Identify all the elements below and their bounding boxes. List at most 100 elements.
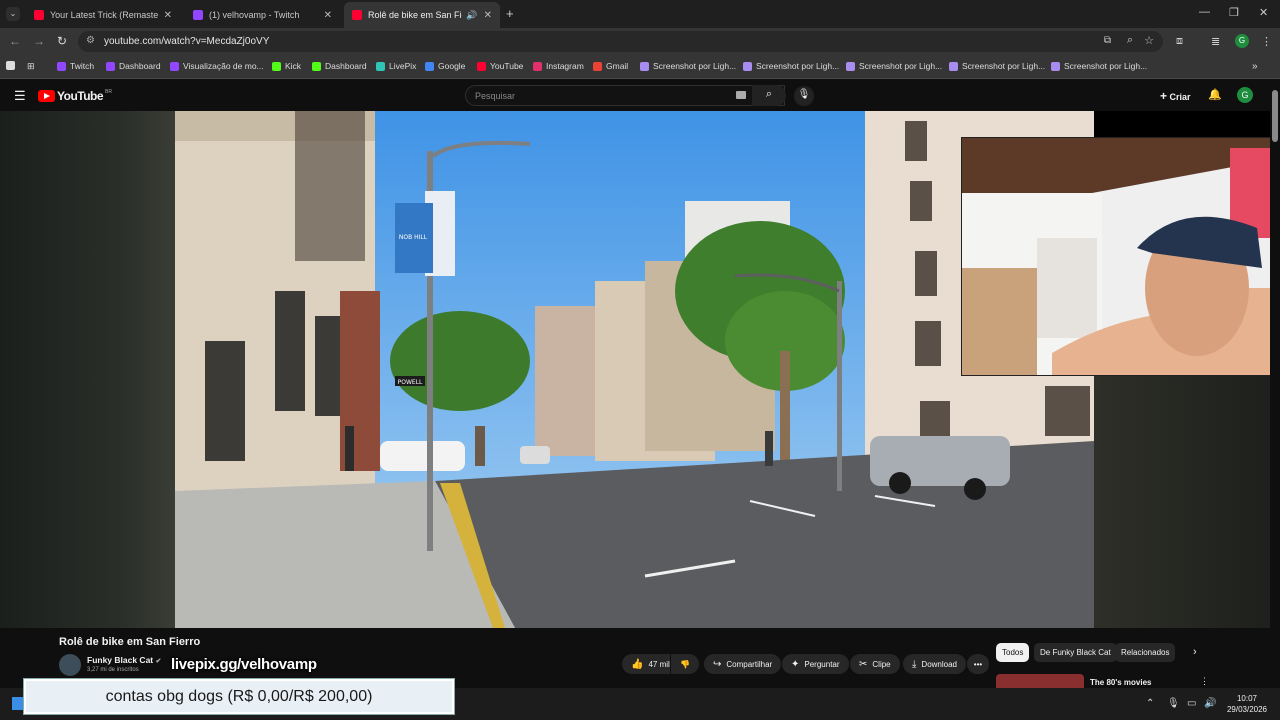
- bookmark-label: Twitch: [70, 61, 95, 71]
- page-scrollbar[interactable]: [1270, 80, 1280, 688]
- tab-your-latest-trick[interactable]: Your Latest Trick (Remastered 1 ✕: [26, 2, 180, 28]
- bookmark-item[interactable]: Kick: [272, 61, 301, 71]
- bookmark-item[interactable]: Google: [425, 61, 465, 71]
- clip-button[interactable]: ✂ Clipe: [850, 654, 900, 674]
- account-avatar[interactable]: G: [1237, 87, 1253, 103]
- youtube-icon: [352, 10, 362, 20]
- apps-grid-icon[interactable]: ⊞: [27, 61, 35, 72]
- tab-twitch[interactable]: (1) velhovamp - Twitch ✕: [185, 2, 340, 28]
- donation-goal-text: contas obg dogs (R$ 0,00/R$ 200,00): [105, 687, 373, 705]
- bookmark-item[interactable]: Instagram: [533, 61, 584, 71]
- youtube-icon: [34, 10, 44, 20]
- profile-avatar[interactable]: G: [1235, 34, 1249, 48]
- bookmark-label: Dashboard: [119, 61, 161, 71]
- chip-related[interactable]: Relacionados: [1115, 643, 1176, 662]
- close-window-icon[interactable]: ✕: [1259, 6, 1268, 19]
- bookmark-item[interactable]: Dashboard: [106, 61, 161, 71]
- bookmark-label: Instagram: [546, 61, 584, 71]
- keyboard-icon[interactable]: [736, 91, 746, 99]
- street-scene-illustration: NOB HILL POWELL: [175, 111, 1094, 628]
- close-icon[interactable]: ✕: [324, 10, 332, 21]
- reading-list-icon[interactable]: ≣: [1211, 35, 1220, 48]
- bookmark-item[interactable]: YouTube: [477, 61, 523, 71]
- bookmark-favicon-icon: [425, 61, 434, 71]
- microphone-icon: 🎙: [797, 89, 811, 100]
- create-button[interactable]: + Criar: [1160, 89, 1191, 103]
- back-icon[interactable]: ←: [9, 34, 21, 48]
- browser-toolbar: ← → ↻ ⚙ youtube.com/watch?v=MecdaZj0oVY …: [0, 28, 1280, 55]
- forward-icon[interactable]: →: [33, 34, 45, 48]
- bookmark-item[interactable]: Screenshot por Ligh...: [949, 61, 1045, 71]
- ambient-left: [0, 111, 175, 628]
- more-bookmarks-icon[interactable]: »: [1252, 61, 1258, 72]
- bookmark-item[interactable]: LivePix: [376, 61, 416, 71]
- extensions-icon[interactable]: ⧈: [1176, 35, 1183, 48]
- download-button[interactable]: ⤓ Download: [903, 654, 966, 674]
- youtube-masthead: ☰ YouTube BR Pesquisar ⌕ 🎙 + Criar 🔔 G: [0, 80, 1270, 111]
- chips-next-chevron-icon[interactable]: ›: [1193, 646, 1197, 658]
- voice-search-button[interactable]: 🎙: [794, 86, 814, 106]
- bookmark-item[interactable]: Screenshot por Ligh...: [743, 61, 839, 71]
- bookmark-favicon-icon: [533, 61, 542, 71]
- minimize-icon[interactable]: —: [1199, 6, 1210, 18]
- close-icon[interactable]: ✕: [164, 10, 172, 21]
- bookmark-item[interactable]: Twitch: [57, 61, 94, 71]
- channel-avatar[interactable]: [59, 654, 81, 676]
- bookmark-item[interactable]: Visualização de mo...: [170, 61, 264, 71]
- zoom-icon[interactable]: ⌕: [1127, 34, 1133, 47]
- share-button[interactable]: ↪ Compartilhar: [704, 654, 782, 674]
- tray-microphone-icon[interactable]: 🎙: [1167, 698, 1180, 709]
- bookmark-star-icon[interactable]: ☆: [1144, 34, 1154, 47]
- chip-from-channel[interactable]: De Funky Black Cat: [1034, 643, 1117, 662]
- video-frame-street-scene[interactable]: NOB HILL POWELL: [175, 111, 1094, 628]
- search-input[interactable]: Pesquisar: [465, 85, 785, 106]
- like-count: 47 mil: [648, 659, 670, 669]
- new-tab-button[interactable]: +: [506, 6, 514, 21]
- tab-role-de-bike[interactable]: Rolê de bike em San Fierro 🔊 ✕: [344, 2, 500, 28]
- more-actions-button[interactable]: •••: [967, 654, 989, 674]
- hamburger-menu-icon[interactable]: ☰: [14, 88, 26, 104]
- site-settings-icon[interactable]: ⚙: [86, 35, 95, 46]
- menu-kebab-icon[interactable]: ⋮: [1261, 35, 1272, 48]
- youtube-logo[interactable]: YouTube BR: [38, 89, 112, 103]
- search-placeholder: Pesquisar: [475, 91, 516, 101]
- address-bar[interactable]: ⚙ youtube.com/watch?v=MecdaZj0oVY ⧉ ⌕ ☆: [78, 31, 1163, 52]
- bookmark-label: Screenshot por Ligh...: [962, 61, 1046, 71]
- notifications-bell-icon[interactable]: 🔔: [1208, 88, 1222, 101]
- next-video-menu-icon[interactable]: ⋮: [1200, 676, 1209, 687]
- bookmark-item[interactable]: Dashboard: [312, 61, 367, 71]
- ask-button[interactable]: ✦ Perguntar: [782, 654, 849, 674]
- bookmark-favicon-icon: [1051, 61, 1060, 71]
- bookmark-item[interactable]: Screenshot por Ligh...: [846, 61, 942, 71]
- chip-todos[interactable]: Todos: [996, 643, 1030, 662]
- restore-icon[interactable]: ❐: [1229, 6, 1239, 19]
- bookmark-label: Gmail: [606, 61, 629, 71]
- scrollbar-thumb[interactable]: [1272, 90, 1278, 142]
- taskbar-clock[interactable]: 10:07 29/03/2026: [1222, 693, 1272, 715]
- tray-display-icon[interactable]: ▭: [1187, 698, 1196, 709]
- tab-search-button[interactable]: ⌄: [6, 7, 20, 21]
- download-label: Download: [921, 659, 957, 669]
- tray-volume-icon[interactable]: 🔊: [1204, 698, 1216, 709]
- cast-icon[interactable]: ⧉: [1104, 35, 1111, 46]
- bookmark-label: Screenshot por Ligh...: [859, 61, 943, 71]
- tray-chevron-icon[interactable]: ⌃: [1146, 698, 1154, 709]
- next-video-title[interactable]: The 80's movies: [1090, 678, 1152, 687]
- next-video-thumbnail[interactable]: [996, 674, 1084, 688]
- bookmark-label: Visualização de mo...: [183, 61, 264, 71]
- channel-name-wrap[interactable]: Funky Black Cat ✔: [87, 655, 161, 665]
- speaker-icon[interactable]: 🔊: [466, 10, 477, 21]
- bookmark-item[interactable]: Gmail: [593, 61, 628, 71]
- dislike-button[interactable]: 👎: [671, 654, 699, 674]
- bookmark-item[interactable]: Screenshot por Ligh...: [640, 61, 736, 71]
- street-banner-text: NOB HILL: [399, 234, 428, 241]
- logo-text: YouTube: [57, 89, 104, 103]
- search-button[interactable]: ⌕: [752, 85, 786, 106]
- like-button[interactable]: 👍 47 mil: [622, 654, 670, 674]
- bookmark-item[interactable]: Screenshot por Ligh...: [1051, 61, 1147, 71]
- close-icon[interactable]: ✕: [484, 10, 492, 21]
- bookmark-favicon-icon: [593, 61, 602, 71]
- street-sign-text: POWELL: [398, 379, 423, 386]
- reload-icon[interactable]: ↻: [57, 34, 67, 48]
- bookmark-sidebar-icon[interactable]: [6, 61, 19, 70]
